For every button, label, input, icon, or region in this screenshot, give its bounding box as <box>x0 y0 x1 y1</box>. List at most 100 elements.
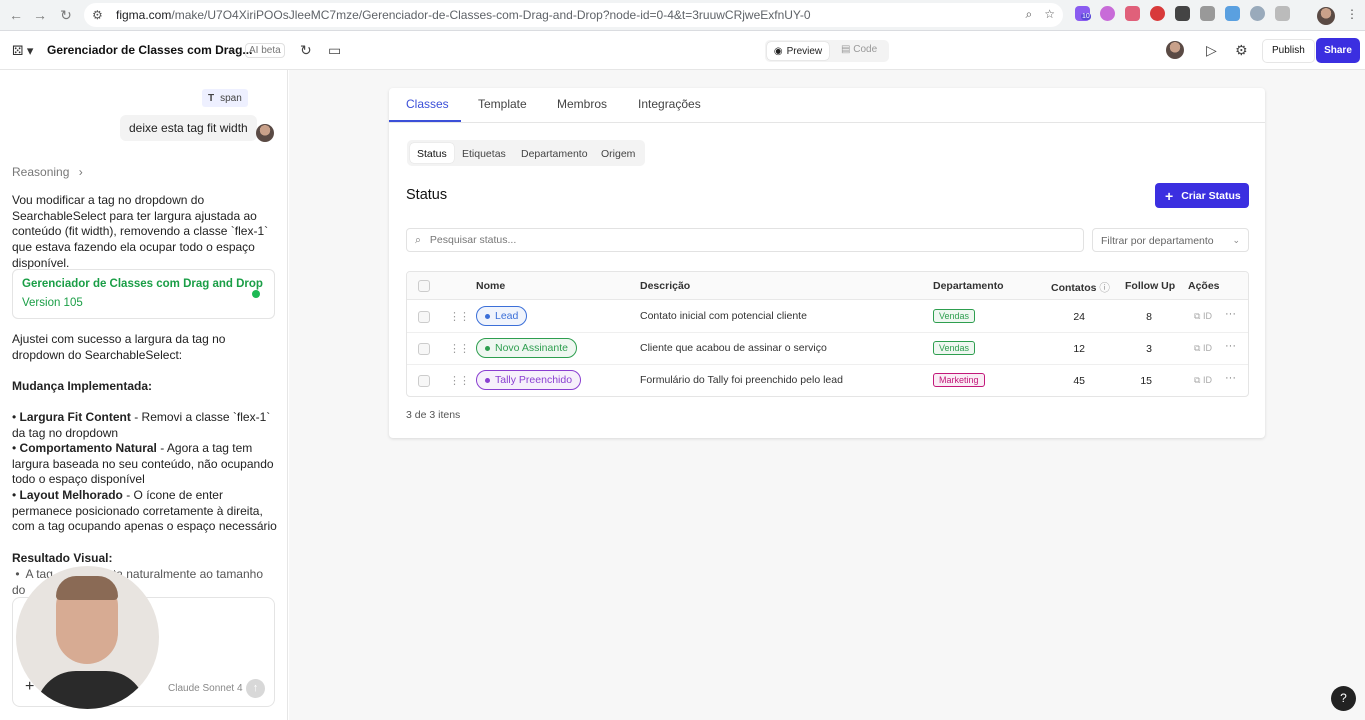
table-row[interactable]: ⋮⋮ Novo Assinante Cliente que acabou de … <box>407 333 1248 365</box>
id-label: ID <box>1202 343 1212 353</box>
reload-icon[interactable]: ↻ <box>54 3 78 27</box>
back-icon[interactable]: ← <box>4 3 28 27</box>
table-row[interactable]: ⋮⋮ Lead Contato inicial com potencial cl… <box>407 301 1248 333</box>
contacts-count: 45 <box>1073 375 1085 387</box>
chevron-down-icon[interactable]: ⌄ <box>228 44 236 55</box>
pill-label: Novo Assinante <box>495 342 568 354</box>
tab-template[interactable]: Template <box>478 97 527 111</box>
code-tab[interactable]: ▤ Code <box>841 44 877 55</box>
subtab-departamento[interactable]: Departamento <box>521 148 588 160</box>
select-all-checkbox[interactable] <box>418 280 430 292</box>
chip-label: span <box>220 92 242 104</box>
play-icon[interactable]: ▷ <box>1206 42 1217 59</box>
panel-toggle-icon[interactable]: ▭ <box>328 42 341 59</box>
row-description: Cliente que acabou de assinar o serviço <box>640 342 827 354</box>
col-descricao[interactable]: Descrição <box>640 280 690 292</box>
row-checkbox[interactable] <box>418 375 430 387</box>
department-filter-select[interactable]: Filtrar por departamento ⌄ <box>1092 228 1249 252</box>
address-bar[interactable]: ⚙ figma.com/make/U7O4XiriPOOsJleeMC7mze/… <box>84 3 1063 27</box>
selected-element-chip[interactable]: Tspan <box>202 89 248 107</box>
extension-icon[interactable] <box>1100 6 1115 21</box>
status-dot <box>252 290 260 298</box>
id-label: ID <box>1202 311 1212 321</box>
publish-button[interactable]: Publish <box>1262 39 1315 63</box>
code-icon: ▤ <box>841 44 854 55</box>
model-selector[interactable]: Claude Sonnet 4 <box>168 683 243 694</box>
extension-icon[interactable] <box>1200 6 1215 21</box>
bullet-bold: Layout Melhorado <box>19 488 123 502</box>
contacts-count: 24 <box>1073 311 1085 323</box>
more-options-icon[interactable]: ··· <box>1225 308 1236 320</box>
copy-id-button[interactable]: ⧉ ID <box>1194 375 1212 386</box>
search-input[interactable]: ⌕ Pesquisar status... <box>406 228 1084 252</box>
extension-icon[interactable] <box>1125 6 1140 21</box>
send-arrow-icon[interactable]: ↑ <box>246 679 265 698</box>
tab-integracoes[interactable]: Integrações <box>638 97 701 111</box>
subtab-status[interactable]: Status <box>410 143 454 163</box>
assistant-paragraph: Vou modificar a tag no dropdown do Searc… <box>12 193 269 270</box>
extension-icon[interactable] <box>1225 6 1240 21</box>
preview-tab[interactable]: ◉ Preview <box>767 42 829 60</box>
filter-placeholder: Filtrar por departamento <box>1101 235 1214 247</box>
create-status-button[interactable]: + Criar Status <box>1155 183 1249 208</box>
row-checkbox[interactable] <box>418 343 430 355</box>
drag-handle-icon[interactable]: ⋮⋮ <box>449 374 470 387</box>
contacts-count: 12 <box>1073 343 1085 355</box>
forward-icon[interactable]: → <box>28 3 52 27</box>
project-title[interactable]: Gerenciador de Classes com Drag... <box>47 43 252 57</box>
chevron-right-icon: › <box>78 165 83 179</box>
row-description: Contato inicial com potencial cliente <box>640 310 807 322</box>
figma-menu-icon[interactable]: ⚄ ▾ <box>12 43 33 59</box>
extension-icon[interactable] <box>1150 6 1165 21</box>
col-contatos[interactable]: Contatos ⓘ <box>1051 280 1110 295</box>
extensions-bar: 10 <box>1075 6 1290 21</box>
plus-icon: + <box>1165 187 1174 204</box>
site-settings-icon[interactable]: ⚙ <box>92 8 108 22</box>
col-followup[interactable]: Follow Up <box>1125 280 1175 292</box>
help-button[interactable]: ? <box>1331 686 1356 711</box>
col-nome[interactable]: Nome <box>476 280 505 292</box>
subtab-etiquetas[interactable]: Etiquetas <box>462 148 506 160</box>
col-departamento[interactable]: Departamento <box>933 280 1004 292</box>
tab-membros[interactable]: Membros <box>557 97 607 111</box>
share-button[interactable]: Share <box>1316 38 1360 63</box>
main-tabs: Classes Template Membros Integrações <box>389 88 1265 123</box>
text-type-icon: T <box>208 92 215 104</box>
col-acoes: Ações <box>1188 280 1220 292</box>
extension-icon[interactable] <box>1175 6 1190 21</box>
settings-gear-icon[interactable]: ⚙ <box>1235 42 1248 59</box>
extension-icon[interactable]: 10 <box>1075 6 1091 21</box>
table-row[interactable]: ⋮⋮ Tally Preenchido Formulário do Tally … <box>407 365 1248 396</box>
reasoning-toggle[interactable]: Reasoning › <box>12 165 83 179</box>
info-icon[interactable]: ⓘ <box>1099 282 1110 294</box>
profile-avatar[interactable] <box>1317 7 1335 25</box>
preview-label: Preview <box>786 45 823 57</box>
webcam-hair <box>56 576 118 600</box>
bookmark-star-icon[interactable]: ☆ <box>1044 7 1055 22</box>
browser-menu-icon[interactable]: ⋮ <box>1346 7 1358 21</box>
zoom-icon[interactable]: ⌕ <box>1026 7 1033 22</box>
search-icon: ⌕ <box>415 233 421 246</box>
user-avatar <box>256 124 274 142</box>
subtab-origem[interactable]: Origem <box>601 148 635 160</box>
more-options-icon[interactable]: ··· <box>1225 340 1236 352</box>
department-badge: Vendas <box>933 341 976 355</box>
copy-id-button[interactable]: ⧉ ID <box>1194 343 1212 354</box>
changes-heading: Mudança Implementada: <box>12 379 153 393</box>
tab-classes[interactable]: Classes <box>406 97 449 111</box>
status-pill: Lead <box>476 306 528 326</box>
row-description: Formulário do Tally foi preenchido pelo … <box>640 374 843 386</box>
drag-handle-icon[interactable]: ⋮⋮ <box>449 310 470 323</box>
col-contatos-label: Contatos <box>1051 282 1097 294</box>
refresh-icon[interactable]: ↻ <box>300 42 312 59</box>
version-card[interactable]: Gerenciador de Classes com Drag and Drop… <box>12 269 275 319</box>
extension-icon[interactable] <box>1250 6 1265 21</box>
more-options-icon[interactable]: ··· <box>1225 372 1236 384</box>
collaborator-avatar[interactable] <box>1166 41 1184 59</box>
copy-id-button[interactable]: ⧉ ID <box>1194 311 1212 322</box>
puzzle-icon[interactable] <box>1275 6 1290 21</box>
webcam-shirt <box>36 671 146 709</box>
followup-count: 3 <box>1146 343 1152 355</box>
drag-handle-icon[interactable]: ⋮⋮ <box>449 342 470 355</box>
row-checkbox[interactable] <box>418 311 430 323</box>
